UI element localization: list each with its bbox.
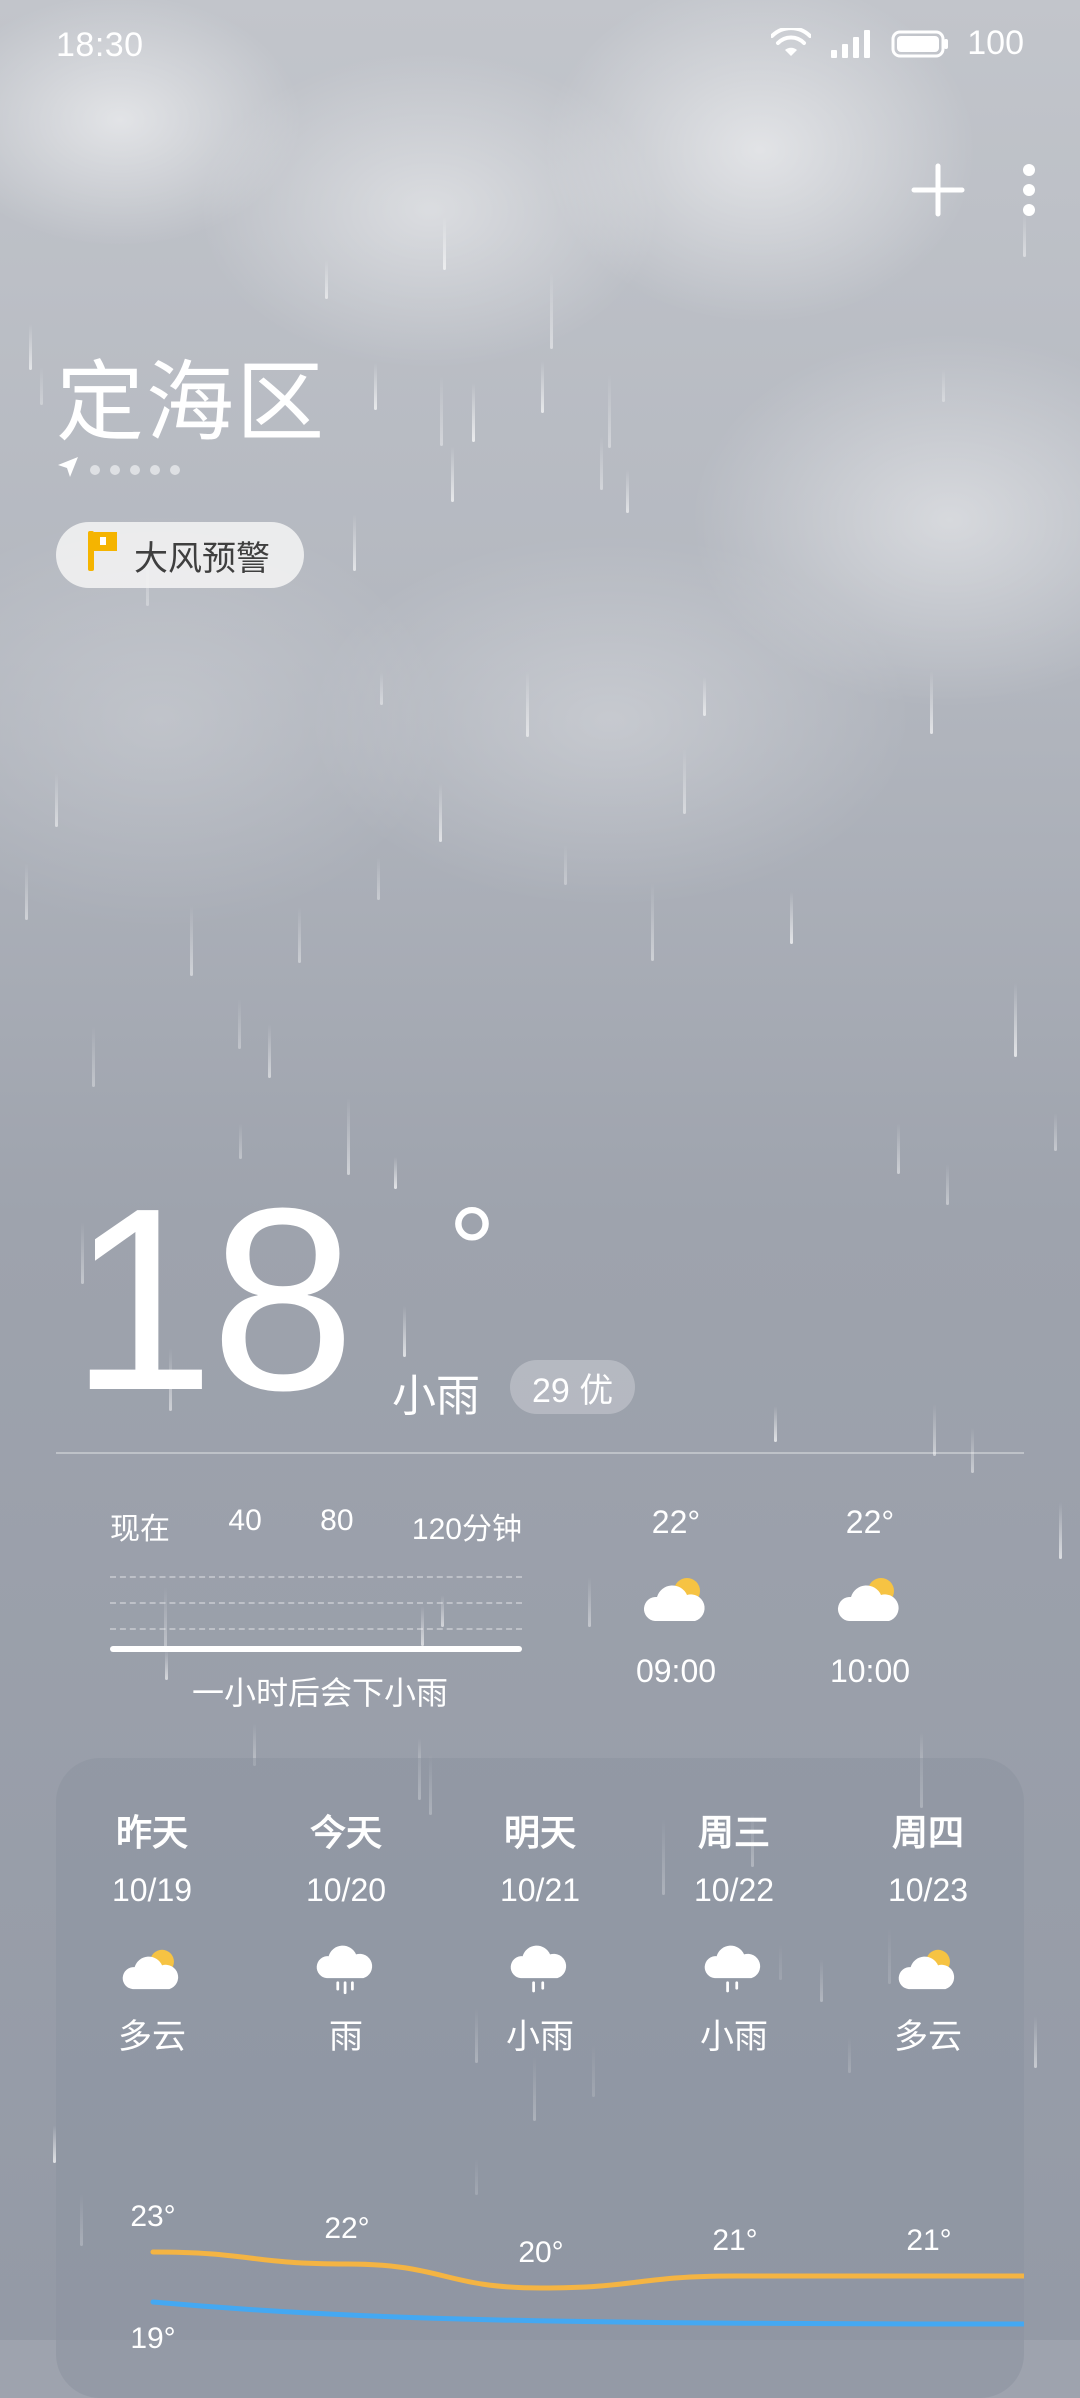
top-actions	[906, 158, 1044, 222]
current-temperature: 18 °	[70, 1155, 496, 1445]
page-dot	[170, 464, 180, 475]
precipitation-lines	[110, 1572, 522, 1662]
high-temp-label: 21°	[906, 2224, 952, 2257]
high-temp-label: 22°	[324, 2212, 370, 2245]
page-dot	[110, 464, 120, 475]
partly-cloudy-icon	[641, 1571, 711, 1627]
forecast-condition: 多云	[118, 2018, 186, 2056]
precip-gridline	[110, 1628, 522, 1630]
status-icons: 100	[771, 24, 1024, 63]
forecast-condition: 雨	[329, 2018, 363, 2056]
temperature-value: 18	[70, 1155, 355, 1445]
forecast-date: 10/23	[887, 1872, 969, 1908]
page-dot	[130, 464, 140, 475]
partly-cloudy-icon	[120, 1941, 184, 1997]
high-temp-label: 20°	[518, 2236, 564, 2269]
warning-flag-icon	[84, 529, 120, 582]
page-dot	[90, 464, 100, 475]
location-title[interactable]: 定海区	[56, 332, 326, 459]
precip-gridline	[110, 1576, 522, 1578]
precip-label: 80	[320, 1504, 354, 1537]
divider	[56, 1452, 1024, 1454]
more-vertical-icon[interactable]	[1014, 158, 1044, 222]
forecast-day-name: 周四	[891, 1812, 964, 1853]
hourly-item[interactable]: 22° 10:00	[800, 1504, 940, 1690]
rain-cloud-icon	[508, 1941, 572, 1997]
low-temp-line	[150, 2299, 1024, 2327]
rain-cloud-icon	[314, 1941, 378, 1997]
hourly-time: 09:00	[635, 1653, 717, 1689]
page-indicator	[56, 455, 180, 484]
weather-alert-badge[interactable]: 大风预警	[56, 522, 304, 588]
forecast-day-name: 周三	[697, 1812, 770, 1853]
location-arrow-icon	[56, 455, 80, 484]
forecast-day[interactable]: 周三 10/22 小雨	[659, 1804, 809, 2058]
precipitation-time-labels: 现在 40 80 120分钟	[110, 1504, 522, 1548]
precip-label: 现在	[110, 1513, 170, 1546]
current-condition: 小雨	[392, 1372, 480, 1421]
forecast-day[interactable]: 周四 10/23 多云	[853, 1804, 1003, 2058]
page-dot	[150, 464, 160, 475]
wifi-icon	[771, 27, 812, 60]
forecast-day[interactable]: 今天 10/20 雨	[271, 1804, 421, 2058]
forecast-date: 10/22	[693, 1872, 775, 1908]
forecast-day-name: 昨天	[115, 1812, 188, 1853]
status-time: 18:30	[56, 26, 144, 64]
forecast-condition: 小雨	[700, 2018, 768, 2056]
aqi-badge[interactable]: 29 优	[510, 1360, 636, 1414]
precipitation-summary: 一小时后会下小雨	[191, 1675, 448, 1711]
forecast-date: 10/21	[499, 1872, 581, 1908]
high-temp-label: 21°	[712, 2224, 758, 2257]
degree-symbol: °	[448, 1183, 496, 1317]
forecast-day-name: 今天	[309, 1812, 382, 1853]
temperature-trend: 23° 22° 20° 21° 21° 19°	[56, 2178, 1024, 2398]
alert-label: 大风预警	[134, 539, 270, 578]
forecast-day[interactable]: 明天 10/21 小雨	[465, 1804, 615, 2058]
daily-forecast-card[interactable]: 昨天 10/19 多云 今天 10/20 雨 明天 10/21 小雨 周三 10…	[56, 1758, 1024, 2398]
partly-cloudy-icon	[835, 1571, 905, 1627]
precip-gridline	[110, 1602, 522, 1604]
battery-level: 100	[967, 24, 1024, 62]
low-temp-label: 19°	[130, 2322, 176, 2355]
hourly-time: 10:00	[829, 1653, 911, 1689]
signal-icon	[829, 28, 873, 60]
forecast-date: 10/19	[111, 1872, 193, 1908]
hourly-item[interactable]: 22° 09:00	[606, 1504, 746, 1690]
status-bar: 18:30 100	[0, 0, 1080, 90]
battery-icon	[891, 28, 949, 60]
precipitation-chart[interactable]: 现在 40 80 120分钟	[110, 1504, 522, 1662]
forecast-date: 10/20	[305, 1872, 387, 1908]
forecast-condition: 多云	[894, 2018, 962, 2056]
high-temp-line	[150, 2249, 1024, 2291]
hourly-temp: 22°	[651, 1504, 701, 1540]
forecast-day[interactable]: 昨天 10/19 多云	[77, 1804, 227, 2058]
hourly-temp: 22°	[845, 1504, 895, 1540]
precip-label: 120分钟	[411, 1513, 522, 1546]
plus-icon[interactable]	[906, 158, 970, 222]
rain-cloud-icon	[702, 1941, 766, 1997]
forecast-condition: 小雨	[506, 2018, 574, 2056]
high-temp-label: 23°	[130, 2200, 176, 2233]
forecast-day-name: 明天	[503, 1812, 576, 1853]
precip-label: 40	[228, 1504, 262, 1537]
temperature-trend-svg	[150, 2249, 1024, 2327]
precip-baseline	[110, 1646, 522, 1652]
partly-cloudy-icon	[896, 1941, 960, 1997]
